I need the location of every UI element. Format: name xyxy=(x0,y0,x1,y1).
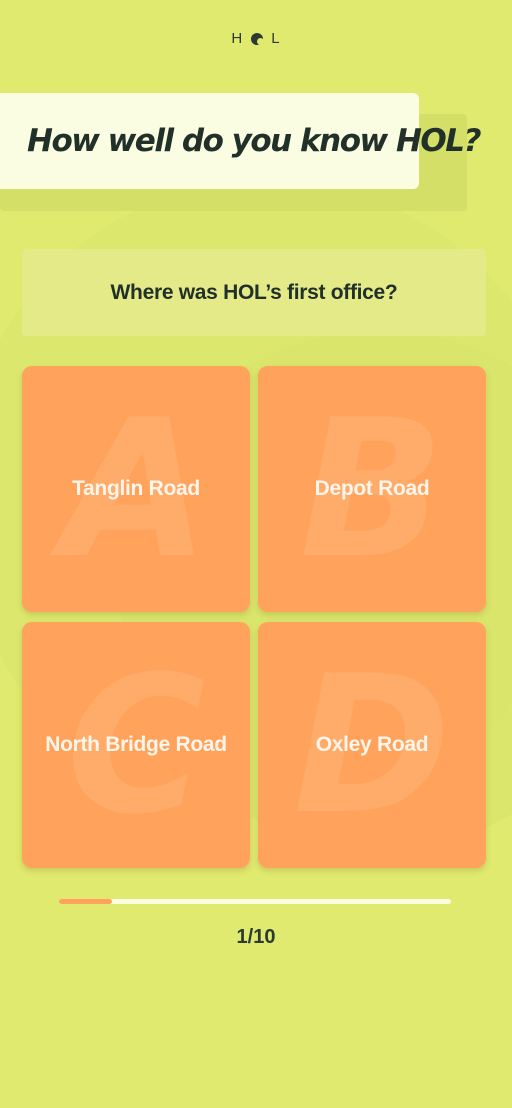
title-card: How well do you know HOL? xyxy=(0,93,481,189)
option-b-label: Depot Road xyxy=(314,477,430,500)
option-c-button[interactable]: C North Bridge Road xyxy=(22,622,250,868)
option-d-label: Oxley Road xyxy=(315,733,429,756)
progress-bar-fill xyxy=(59,899,112,904)
option-a-label: Tanglin Road xyxy=(72,477,200,500)
logo-letter-l: L xyxy=(271,30,281,47)
option-d-button[interactable]: D Oxley Road xyxy=(258,622,486,868)
option-a-button[interactable]: A Tanglin Road xyxy=(22,366,250,612)
question-text: Where was HOL’s first office? xyxy=(110,280,398,304)
question-counter: 1/10 xyxy=(236,926,276,948)
quiz-title: How well do you know HOL? xyxy=(27,123,481,159)
logo-letter-h: H xyxy=(231,30,244,47)
progress-bar xyxy=(59,899,451,904)
option-c-label: North Bridge Road xyxy=(45,733,227,756)
option-b-button[interactable]: B Depot Road xyxy=(258,366,486,612)
half-moon-icon xyxy=(251,32,265,45)
question-box: Where was HOL’s first office? xyxy=(22,249,486,336)
hol-logo: H L xyxy=(0,30,512,47)
